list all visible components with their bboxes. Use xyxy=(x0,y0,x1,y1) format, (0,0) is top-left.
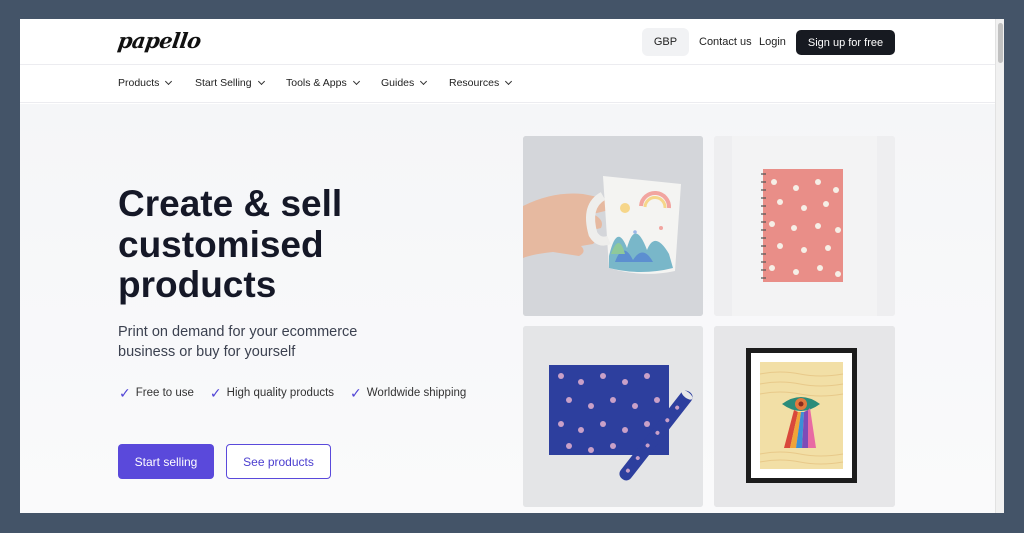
chevron-down-icon xyxy=(165,77,173,86)
notebook-image xyxy=(714,136,895,316)
hero-subheadline: Print on demand for your ecommerce busin… xyxy=(118,324,358,360)
papello-logo[interactable]: papello xyxy=(116,28,202,53)
mug-image xyxy=(523,136,703,316)
feature-label: Worldwide shipping xyxy=(366,387,467,399)
nav-item-products[interactable]: Products xyxy=(118,77,173,89)
nav-item-tools-apps[interactable]: Tools & Apps xyxy=(286,77,360,89)
checkmark-icon: ✓ xyxy=(350,385,362,401)
feature-list: ✓ Free to use ✓ High quality products ✓ … xyxy=(119,386,466,400)
chevron-down-icon xyxy=(505,77,513,86)
feature-item: ✓ Worldwide shipping xyxy=(350,386,466,400)
nav-item-start-selling[interactable]: Start Selling xyxy=(195,77,265,89)
contact-link[interactable]: Contact us xyxy=(699,36,752,48)
feature-label: High quality products xyxy=(226,387,335,399)
currency-selector[interactable]: GBP xyxy=(642,28,689,56)
gallery-tile-framed-print[interactable] xyxy=(714,326,895,507)
chevron-down-icon xyxy=(352,77,360,86)
nav-item-guides[interactable]: Guides xyxy=(381,77,428,89)
feature-item: ✓ Free to use xyxy=(119,386,194,400)
chevron-down-icon xyxy=(257,77,265,86)
gallery-tile-wrapping-paper[interactable] xyxy=(523,326,703,507)
gallery-tile-mug[interactable] xyxy=(523,136,703,316)
framed-print-image xyxy=(714,326,895,507)
checkmark-icon: ✓ xyxy=(209,385,222,401)
top-bar: papello GBP Contact us Login Sign up for… xyxy=(20,19,995,65)
nav-item-label: Products xyxy=(118,77,160,89)
nav-item-resources[interactable]: Resources xyxy=(449,77,513,89)
nav-item-label: Resources xyxy=(449,77,500,89)
hero-headline: Create & sell customised products xyxy=(118,183,343,305)
chevron-down-icon xyxy=(420,77,428,86)
nav-item-label: Tools & Apps xyxy=(286,77,347,89)
browser-window: papello GBP Contact us Login Sign up for… xyxy=(20,19,1004,513)
signup-button[interactable]: Sign up for free xyxy=(796,30,895,55)
main-nav: Products Start Selling Tools & Apps Guid… xyxy=(20,65,995,103)
scrollbar[interactable] xyxy=(995,19,1004,513)
see-products-button[interactable]: See products xyxy=(226,444,331,479)
start-selling-button[interactable]: Start selling xyxy=(118,444,214,479)
nav-item-label: Guides xyxy=(381,77,415,89)
feature-item: ✓ High quality products xyxy=(210,386,334,400)
nav-item-label: Start Selling xyxy=(195,77,252,89)
wrapping-paper-image xyxy=(523,326,703,507)
checkmark-icon: ✓ xyxy=(119,385,131,401)
gallery-tile-notebook[interactable] xyxy=(714,136,895,316)
scrollbar-thumb[interactable] xyxy=(998,23,1003,63)
login-link[interactable]: Login xyxy=(759,36,786,48)
hero-section: Create & sell customised products Print … xyxy=(20,104,995,513)
feature-label: Free to use xyxy=(135,387,194,399)
